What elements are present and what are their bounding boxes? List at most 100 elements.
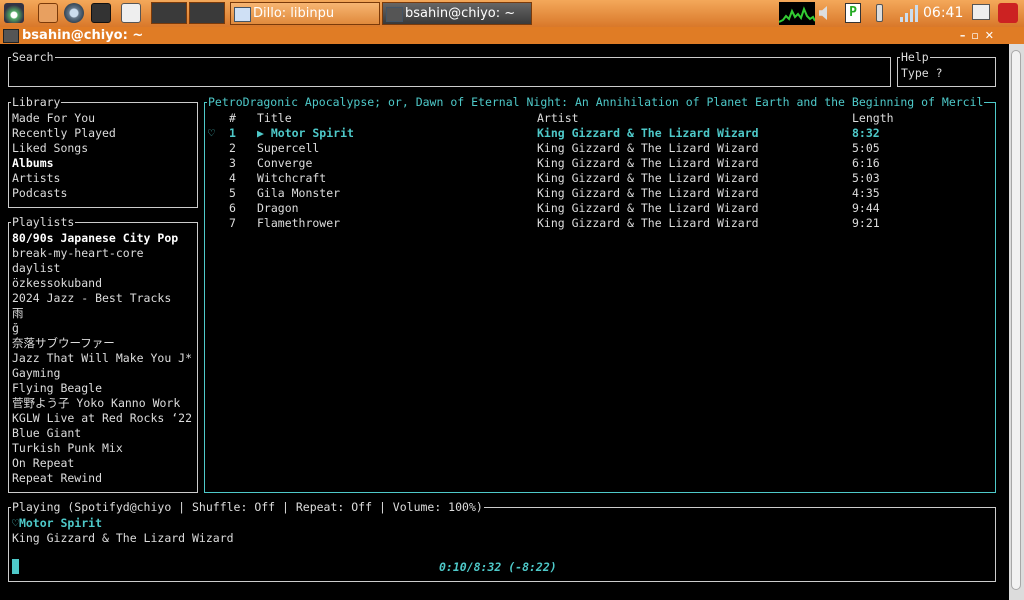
tracklist-panel: PetroDragonic Apocalypse; or, Dawn of Et…	[204, 95, 996, 493]
library-item[interactable]: Podcasts	[12, 186, 67, 201]
playlist-item[interactable]: 奈落サブウーファー	[12, 336, 115, 351]
playback-panel: Playing (Spotifyd@chiyo | Shuffle: Off |…	[8, 500, 996, 582]
file-manager-icon[interactable]	[38, 3, 58, 23]
playback-status-title: Playing (Spotifyd@chiyo | Shuffle: Off |…	[11, 500, 484, 514]
library-item[interactable]: Albums	[12, 156, 54, 171]
track-artist: King Gizzard & The Lizard Wizard	[537, 141, 759, 155]
playlist-item[interactable]: 菅野よう子 Yoko Kanno Work	[12, 396, 180, 411]
playlist-item[interactable]: break-my-heart-core	[12, 246, 144, 261]
track-title: Supercell	[257, 141, 320, 155]
show-desktop-icon[interactable]	[121, 3, 141, 23]
volume-icon[interactable]	[819, 6, 827, 20]
table-row[interactable]: 7 Flamethrower King Gizzard & The Lizard W…	[205, 216, 985, 231]
track-length: 5:03	[852, 171, 880, 185]
window-controls: –▫✕	[960, 27, 1000, 44]
screen-icon[interactable]	[972, 4, 990, 20]
column-header-number[interactable]: #	[229, 111, 236, 126]
now-playing-artist: King Gizzard & The Lizard Wizard	[12, 531, 234, 545]
playlist-item[interactable]: 80/90s Japanese City Pop	[12, 231, 178, 246]
web-browser-icon[interactable]	[64, 3, 84, 23]
playlist-item[interactable]: daylist	[12, 261, 60, 276]
track-number: 3	[229, 156, 236, 170]
playlist-item[interactable]: Blue Giant	[12, 426, 81, 441]
column-header-title[interactable]: Title	[257, 111, 292, 126]
table-row[interactable]: 5 Gila Monster King Gizzard & The Lizard W…	[205, 186, 985, 201]
workspace-1-button[interactable]	[151, 2, 187, 24]
table-row[interactable]: 2 Supercell King Gizzard & The Lizard Wiza…	[205, 141, 985, 156]
maximize-icon[interactable]: ▫	[971, 29, 984, 42]
playlist-item[interactable]: Flying Beagle	[12, 381, 102, 396]
progress-text: 0:10/8:32 (-8:22)	[439, 560, 557, 574]
cpu-graph-icon	[779, 6, 815, 23]
terminal-launcher-icon[interactable]	[91, 3, 111, 23]
wifi-signal-icon[interactable]	[899, 3, 919, 23]
terminal-scrollbar[interactable]	[1009, 44, 1024, 600]
playlist-item[interactable]: Repeat Rewind	[12, 471, 102, 486]
track-number: 2	[229, 141, 236, 155]
task-terminal[interactable]: bsahin@chiyo: ~	[382, 2, 532, 25]
table-row[interactable]: 4 Witchcraft King Gizzard & The Lizard Wiz…	[205, 171, 985, 186]
search-title: Search	[11, 50, 55, 64]
track-number: 7	[229, 216, 236, 230]
close-icon[interactable]: ✕	[985, 29, 1000, 42]
logout-icon[interactable]	[998, 3, 1018, 23]
track-artist: King Gizzard & The Lizard Wizard	[537, 216, 759, 230]
library-item[interactable]: Liked Songs	[12, 141, 88, 156]
track-artist: King Gizzard & The Lizard Wizard	[537, 201, 759, 215]
search-panel[interactable]: Search	[8, 50, 891, 87]
terminal-window-icon	[3, 29, 19, 43]
track-title: Witchcraft	[257, 171, 327, 185]
window-titlebar[interactable]: bsahin@chiyo: ~ –▫✕	[0, 27, 1024, 44]
now-playing-track: ♡Motor Spirit	[12, 516, 102, 531]
terminal-window-icon	[386, 7, 403, 22]
help-panel: Help Type ?	[897, 50, 996, 87]
track-title: Converge	[257, 156, 313, 170]
task-dillo[interactable]: Dillo: libinpu	[230, 2, 380, 25]
playlist-item[interactable]: ğ	[12, 321, 19, 336]
track-number: 6	[229, 201, 236, 215]
playlists-title: Playlists	[11, 215, 76, 229]
workspace-2-button[interactable]	[189, 2, 225, 24]
cpu-monitor	[779, 2, 815, 25]
track-length: 4:35	[852, 186, 880, 200]
library-item[interactable]: Artists	[12, 171, 60, 186]
playlist-item[interactable]: özkessokuband	[12, 276, 102, 291]
clock: 06:41	[923, 5, 964, 21]
package-manager-icon[interactable]: P	[845, 3, 861, 23]
liked-heart-icon[interactable]: ♡	[208, 126, 215, 141]
now-playing-title: Motor Spirit	[18, 516, 103, 530]
minimize-icon[interactable]: –	[960, 29, 972, 42]
table-row[interactable]: ♡ 1 ▶ Motor Spirit King Gizzard & The Lizar…	[205, 126, 985, 141]
track-length: 8:32	[852, 126, 880, 140]
heart-icon[interactable]: ♡	[12, 516, 19, 530]
playlists-panel: Playlists 80/90s Japanese City Pop break-…	[8, 215, 198, 493]
playlist-item[interactable]: On Repeat	[12, 456, 74, 471]
column-header-artist[interactable]: Artist	[537, 111, 579, 126]
progress-bar[interactable]	[12, 559, 19, 574]
app-menu-icon[interactable]	[4, 3, 24, 23]
playlist-item[interactable]: Turkish Punk Mix	[12, 441, 123, 456]
browser-window-icon	[234, 7, 251, 22]
track-artist: King Gizzard & The Lizard Wizard	[537, 156, 759, 170]
window-title: bsahin@chiyo: ~	[22, 28, 144, 43]
help-title: Help	[900, 50, 930, 64]
playlist-item[interactable]: Gayming	[12, 366, 60, 381]
library-item[interactable]: Recently Played	[12, 126, 116, 141]
track-title: ▶ Motor Spirit	[257, 126, 354, 140]
library-item[interactable]: Made For You	[12, 111, 95, 126]
library-panel: Library Made For You Recently Played Liked…	[8, 95, 198, 208]
playlist-item[interactable]: Jazz That Will Make You J*	[12, 351, 192, 366]
playlist-item[interactable]: 雨	[12, 306, 24, 321]
scrollbar-thumb[interactable]	[1011, 50, 1021, 590]
playlist-item[interactable]: 2024 Jazz - Best Tracks	[12, 291, 171, 306]
battery-icon	[876, 4, 883, 22]
track-length: 9:21	[852, 216, 880, 230]
playlist-item[interactable]: KGLW Live at Red Rocks ‘22	[12, 411, 192, 426]
track-length: 6:16	[852, 156, 880, 170]
track-artist: King Gizzard & The Lizard Wizard	[537, 186, 759, 200]
album-title: PetroDragonic Apocalypse; or, Dawn of Et…	[207, 95, 985, 109]
table-row[interactable]: 3 Converge King Gizzard & The Lizard Wizar…	[205, 156, 985, 171]
table-row[interactable]: 6 Dragon King Gizzard & The Lizard Wizard 9…	[205, 201, 985, 216]
track-number: 5	[229, 186, 236, 200]
column-header-length[interactable]: Length	[852, 111, 894, 126]
